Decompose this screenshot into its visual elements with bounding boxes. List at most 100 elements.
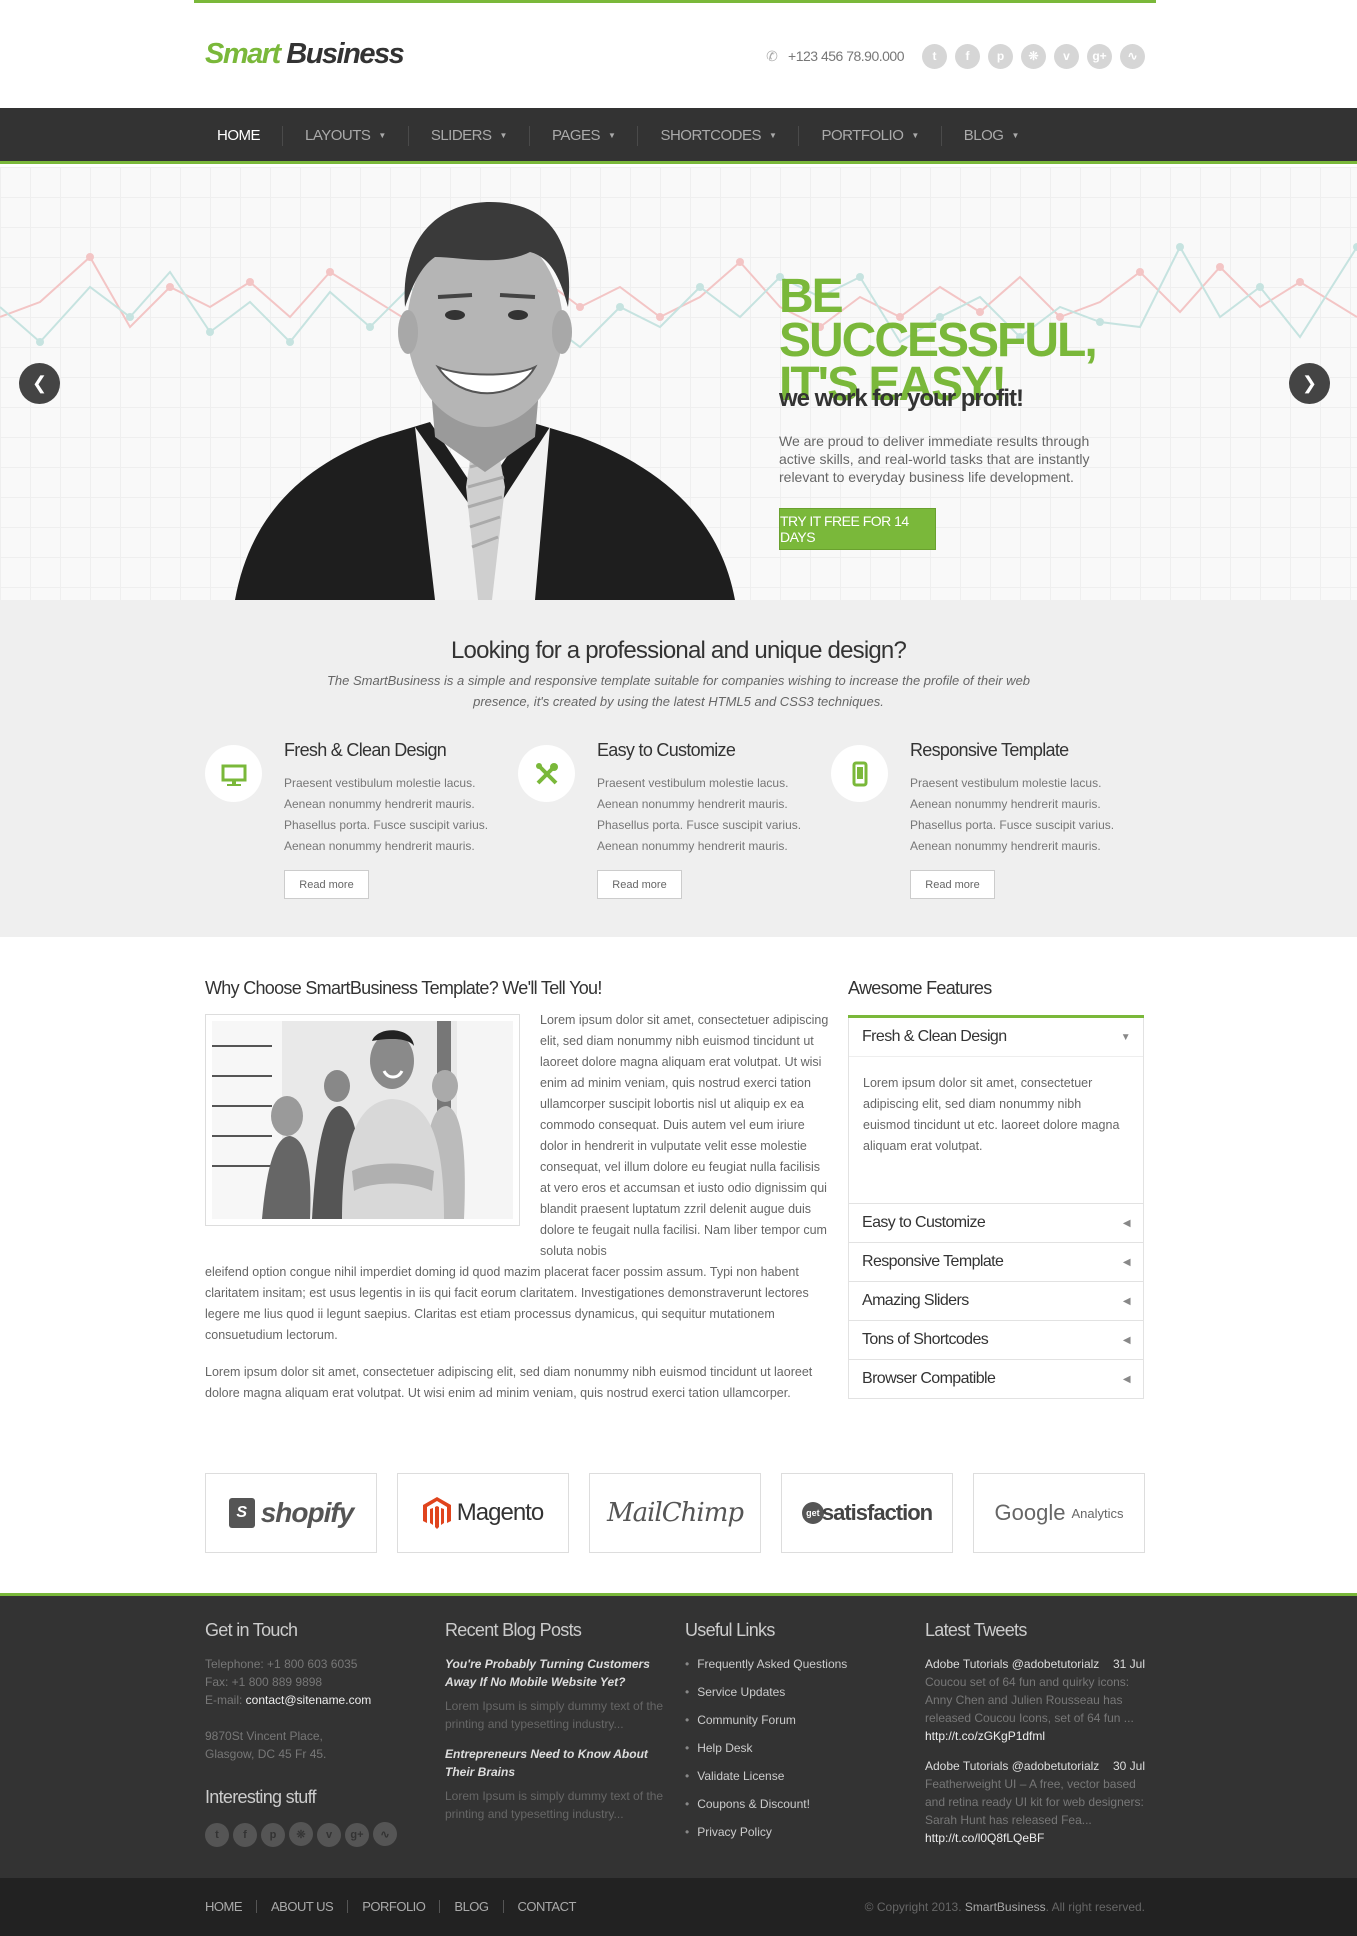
partner-mailchimp[interactable]: MailChimp [589, 1473, 761, 1553]
twitter-icon[interactable]: t [922, 43, 947, 69]
read-more-button[interactable]: Read more [284, 870, 369, 899]
why-paragraph-2: Lorem ipsum dolor sit amet, consectetuer… [205, 1365, 813, 1400]
partner-shopify[interactable]: S shopify [205, 1473, 377, 1553]
footer [0, 1593, 1357, 1878]
accordion-label: Responsive Template [862, 1253, 1004, 1270]
read-more-button[interactable]: Read more [597, 870, 682, 899]
facebook-icon[interactable]: f [233, 1822, 257, 1847]
tweet-header: Adobe Tutorials @adobetutorialz 30 Jul [925, 1757, 1145, 1775]
tweet-link[interactable]: http://t.co/zGKgP1dfml [925, 1729, 1045, 1743]
chevron-down-icon: ▼ [1120, 1031, 1131, 1043]
vimeo-icon[interactable]: v [317, 1822, 341, 1847]
email-label: E-mail: [205, 1693, 246, 1707]
bottom-nav-blog[interactable]: BLOG [440, 1900, 504, 1913]
accordion-item[interactable]: Responsive Template ◀ [848, 1243, 1144, 1282]
nav-shortcodes[interactable]: SHORTCODES ▼ [638, 126, 800, 146]
nav-label: PORTFOLIO [821, 127, 904, 144]
slider-next-button[interactable]: ❯ [1289, 363, 1330, 404]
google-plus-icon[interactable]: g+ [1087, 43, 1112, 69]
nav-pages[interactable]: PAGES ▼ [530, 126, 639, 146]
footer-link-label: Privacy Policy [697, 1825, 772, 1839]
footer-link[interactable]: • Privacy Policy [685, 1823, 905, 1841]
footer-social-icons: t f p ❊ v g+ ∿ [205, 1822, 425, 1847]
caret-down-icon: ▼ [499, 131, 508, 140]
bottom-nav-home[interactable]: HOME [205, 1900, 257, 1913]
nav-layouts[interactable]: LAYOUTS ▼ [283, 126, 409, 146]
blog-post-title[interactable]: You're Probably Turning Customers Away I… [445, 1655, 665, 1691]
partner-magento[interactable]: Magento [397, 1473, 569, 1553]
rss-icon[interactable]: ∿ [373, 1822, 397, 1846]
nav-portfolio[interactable]: PORTFOLIO ▼ [799, 126, 942, 146]
nav-label: PAGES [551, 127, 601, 144]
accordion-label: Fresh & Clean Design [862, 1028, 1007, 1045]
rss-icon[interactable]: ∿ [1120, 43, 1145, 69]
features-accordion: Fresh & Clean Design ▼ Lorem ipsum dolor… [848, 1015, 1144, 1399]
google-plus-icon[interactable]: g+ [345, 1822, 369, 1847]
tweet-author[interactable]: Adobe Tutorials @adobetutorialz [925, 1759, 1099, 1773]
tweet-link[interactable]: http://t.co/l0Q8fLQeBF [925, 1831, 1044, 1845]
accordion-item[interactable]: Tons of Shortcodes ◀ [848, 1321, 1144, 1360]
tweet-author[interactable]: Adobe Tutorials @adobetutorialz [925, 1657, 1099, 1671]
partner-name: Magento [456, 1499, 544, 1526]
why-paragraph-side: Lorem ipsum dolor sit amet, consectetuer… [540, 1013, 829, 1258]
intro-text: The SmartBusiness is a simple and respon… [326, 673, 1031, 709]
accordion-body: Lorem ipsum dolor sit amet, consectetuer… [849, 1056, 1143, 1203]
site-logo[interactable]: Smart Business [205, 38, 405, 71]
footer-link[interactable]: • Community Forum [685, 1711, 905, 1729]
chevron-left-icon: ◀ [1122, 1334, 1131, 1346]
accordion-item[interactable]: Easy to Customize ◀ [848, 1204, 1144, 1243]
feature-fresh-design: Fresh & Clean Design Praesent vestibulum… [205, 740, 505, 900]
nav-blog[interactable]: BLOG ▼ [942, 126, 1041, 146]
main-nav: HOME LAYOUTS ▼ SLIDERS ▼ PAGES ▼ SHORTCODES… [0, 108, 1357, 164]
feature-responsive: Responsive Template Praesent vestibulum … [831, 740, 1131, 900]
read-more-button[interactable]: Read more [910, 870, 995, 899]
partner-google-analytics[interactable]: Google Analytics [973, 1473, 1145, 1553]
footer-email-link[interactable]: contact@sitename.com [246, 1693, 372, 1707]
footer-telephone: Telephone: +1 800 603 6035 [205, 1657, 358, 1671]
feature-text: Praesent vestibulum molestie lacus. Aene… [284, 776, 489, 853]
blog-post-title[interactable]: Entrepreneurs Need to Know About Their B… [445, 1745, 665, 1781]
pinterest-icon[interactable]: p [261, 1822, 285, 1847]
accordion-header[interactable]: Fresh & Clean Design ▼ [849, 1018, 1143, 1056]
vimeo-icon[interactable]: v [1054, 43, 1079, 69]
pinterest-icon[interactable]: p [988, 43, 1013, 69]
accordion-item[interactable]: Amazing Sliders ◀ [848, 1282, 1144, 1321]
bottom-nav-portfolio[interactable]: PORFOLIO [348, 1900, 441, 1913]
bottom-nav-about[interactable]: ABOUT US [257, 1900, 349, 1913]
nav-home[interactable]: HOME [195, 126, 283, 146]
bullet-icon: • [685, 1769, 690, 1783]
bullet-icon: • [685, 1713, 690, 1727]
footer-link-label: Validate License [697, 1769, 785, 1783]
accordion-item[interactable]: Browser Compatible ◀ [848, 1360, 1144, 1399]
tools-icon [518, 745, 575, 802]
accordion-label: Easy to Customize [862, 1214, 986, 1231]
nav-sliders[interactable]: SLIDERS ▼ [409, 126, 530, 146]
try-free-button[interactable]: TRY IT FREE FOR 14 DAYS [779, 508, 936, 550]
footer-link-label: Help Desk [697, 1741, 753, 1755]
footer-link-label: Frequently Asked Questions [697, 1657, 848, 1671]
copyright-brand[interactable]: SmartBusiness [965, 1900, 1046, 1914]
twitter-icon[interactable]: t [205, 1822, 229, 1847]
tweet-text: Coucou set of 64 fun and quirky icons: A… [925, 1675, 1134, 1725]
partner-getsatisfaction[interactable]: get satisfaction [781, 1473, 953, 1553]
bottom-nav-contact[interactable]: CONTACT [504, 1900, 590, 1913]
footer-link[interactable]: • Validate License [685, 1767, 905, 1785]
slider-prev-button[interactable]: ❮ [19, 363, 60, 404]
footer-tweets-title: Latest Tweets [925, 1620, 1027, 1640]
chevron-left-icon: ◀ [1122, 1295, 1131, 1307]
footer-link[interactable]: • Service Updates [685, 1683, 905, 1701]
dribbble-icon[interactable]: ❊ [289, 1822, 313, 1846]
footer-link[interactable]: • Coupons & Discount! [685, 1795, 905, 1813]
chevron-left-icon: ◀ [1122, 1373, 1131, 1385]
footer-contact-title: Get in Touch [205, 1620, 298, 1640]
dribbble-icon[interactable]: ❊ [1021, 43, 1046, 69]
footer-link[interactable]: • Help Desk [685, 1739, 905, 1757]
partner-name: Google [994, 1500, 1066, 1525]
footer-links-title: Useful Links [685, 1620, 775, 1640]
footer-tweets: Latest Tweets Adobe Tutorials @adobetuto… [925, 1620, 1145, 1847]
facebook-icon[interactable]: f [955, 43, 980, 69]
nav-label: HOME [217, 127, 261, 144]
logo-smart: Smart [205, 38, 281, 70]
footer-link[interactable]: • Frequently Asked Questions [685, 1655, 905, 1673]
partner-name: satisfaction [821, 1500, 933, 1525]
